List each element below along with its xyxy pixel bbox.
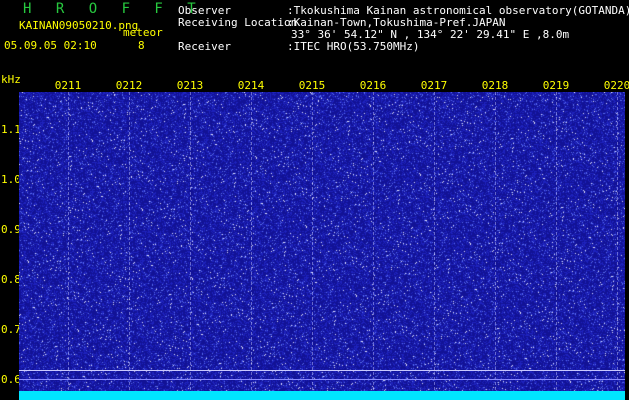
filename: KAINAN09050210.png [19,19,139,32]
x-tick-label: 0216 [359,79,387,92]
y-tick-label: 0.9 [1,223,21,236]
x-tick-label: 0217 [420,79,448,92]
y-tick-label: 0.6 [1,373,21,386]
y-tick-label: 0.8 [1,273,21,286]
grid-line [68,92,69,400]
receiver-label: Receiver [178,40,231,53]
baseline-band [19,391,625,400]
spectrogram [19,92,625,400]
grid-line [190,92,191,400]
x-tick-label: 0215 [298,79,326,92]
grid-line [556,92,557,400]
y-tick-label: 0.7 [1,323,21,336]
y-tick-label: 1.0 [1,173,21,186]
reference-line-upper [19,370,625,371]
location-label: Receiving Location [178,16,298,29]
meteor-count: 8 [138,39,145,52]
y-axis-unit: kHz [1,73,21,86]
x-tick-label: 0219 [542,79,570,92]
meteor-label: meteor [123,26,163,39]
grid-line [617,92,618,400]
x-tick-label: 0218 [481,79,509,92]
grid-line [129,92,130,400]
y-tick-label: 1.1 [1,123,21,136]
grid-line [434,92,435,400]
x-tick-label: 0213 [176,79,204,92]
spectrogram-noise [19,92,625,400]
x-tick-label: 0212 [115,79,143,92]
grid-line [495,92,496,400]
x-tick-label: 0211 [54,79,82,92]
brand-title: H R O F F T [23,1,204,17]
receiver-value: :ITEC HRO(53.750MHz) [287,40,420,53]
reference-line-lower [19,379,625,380]
grid-line [312,92,313,400]
x-tick-label: 0220 [603,79,629,92]
grid-line [373,92,374,400]
date-time: 05.09.05 02:10 [4,39,97,52]
grid-line [251,92,252,400]
x-tick-label: 0214 [237,79,265,92]
